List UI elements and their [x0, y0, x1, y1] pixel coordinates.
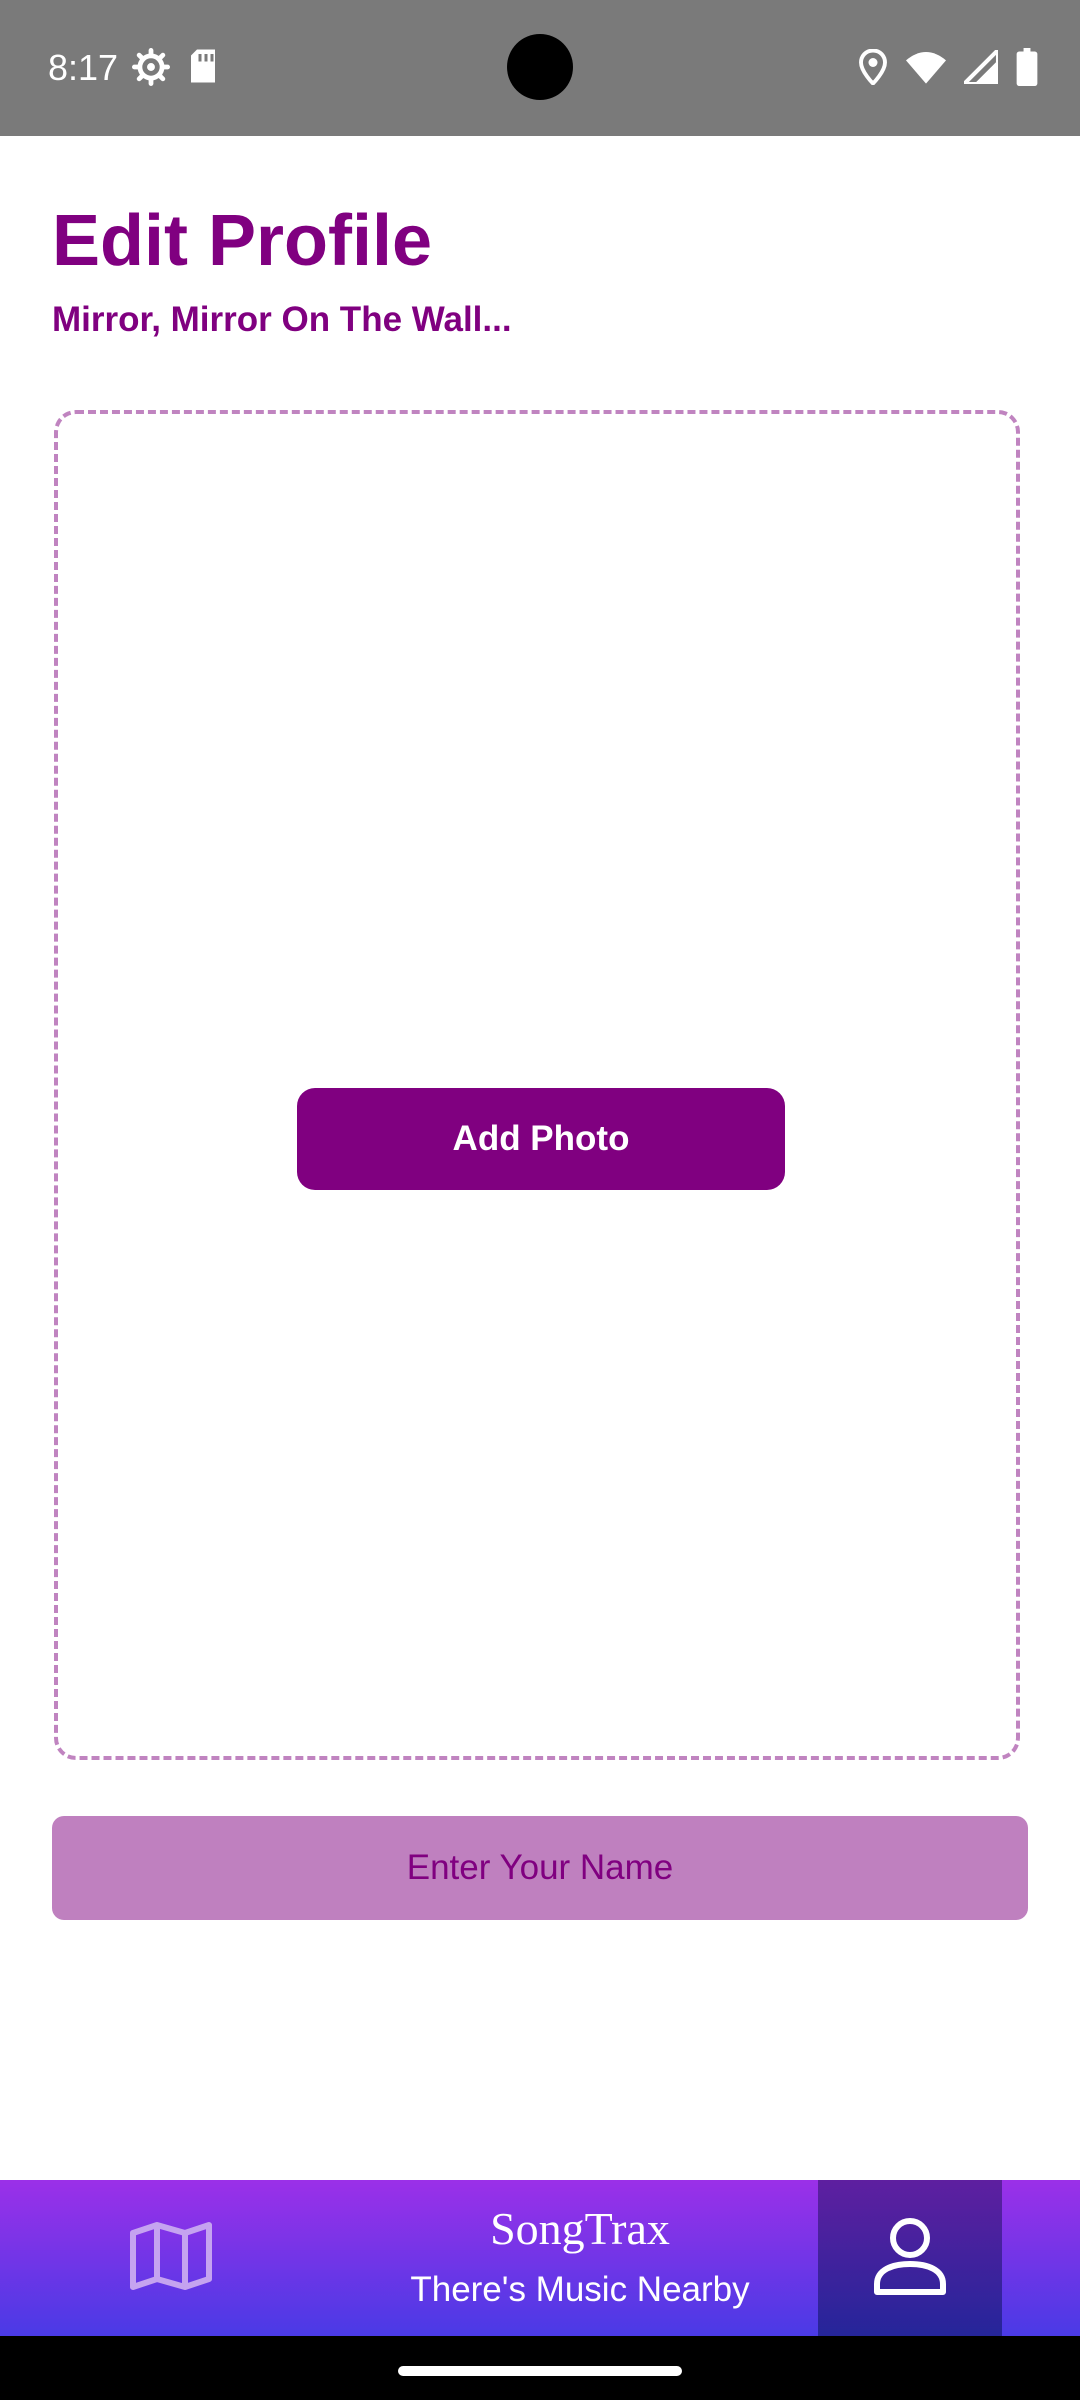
brand-name: SongTrax — [490, 2203, 670, 2254]
settings-gear-icon — [132, 48, 170, 91]
page-subtitle: Mirror, Mirror On The Wall... — [52, 300, 512, 339]
battery-icon — [1016, 48, 1038, 91]
bottom-navigation: SongTrax There's Music Nearby — [0, 2180, 1080, 2336]
sd-card-icon — [188, 48, 218, 91]
name-input[interactable] — [52, 1816, 1028, 1920]
home-gesture-handle[interactable] — [398, 2366, 682, 2376]
nav-item-map[interactable] — [0, 2180, 342, 2336]
add-photo-button[interactable]: Add Photo — [297, 1088, 785, 1190]
nav-item-profile[interactable] — [818, 2180, 1002, 2336]
profile-icon — [872, 2216, 948, 2301]
brand-tagline: There's Music Nearby — [410, 2270, 750, 2309]
status-time: 8:17 — [48, 47, 119, 88]
app-brand: SongTrax There's Music Nearby — [342, 2180, 818, 2336]
gesture-navigation-bar — [0, 2336, 1080, 2400]
map-icon — [129, 2221, 213, 2296]
location-icon — [858, 48, 888, 90]
photo-placeholder-area[interactable] — [54, 410, 1020, 1760]
status-bar: 8:17 — [0, 0, 1080, 136]
wifi-icon — [906, 50, 946, 89]
camera-cutout — [507, 34, 573, 100]
cellular-signal-icon — [961, 47, 1001, 89]
page-title: Edit Profile — [52, 201, 433, 281]
